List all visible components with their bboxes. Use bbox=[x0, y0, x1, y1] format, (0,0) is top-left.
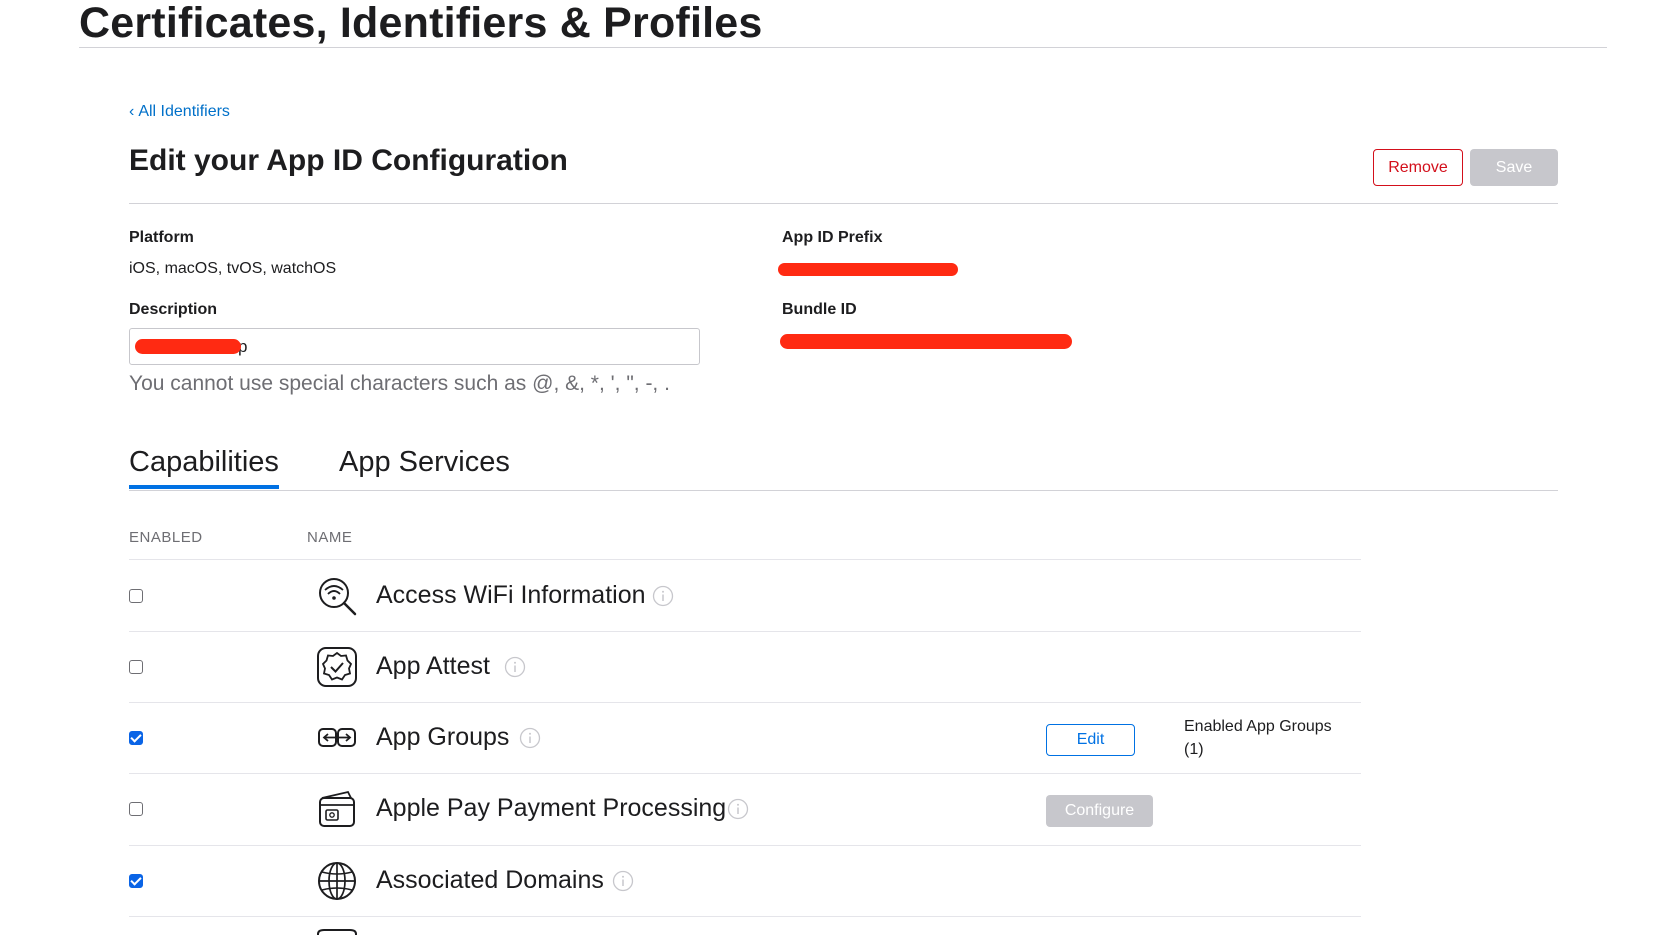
column-header-name: NAME bbox=[307, 529, 353, 546]
info-icon[interactable] bbox=[727, 798, 749, 820]
enable-checkbox-associated-domains[interactable] bbox=[129, 874, 143, 888]
enable-checkbox-app-attest[interactable] bbox=[129, 660, 143, 674]
bundle-id-label: Bundle ID bbox=[782, 301, 857, 318]
row-divider bbox=[129, 559, 1361, 560]
description-label: Description bbox=[129, 301, 218, 318]
table-row: App Attest bbox=[0, 632, 1653, 702]
capability-name: Access WiFi Information bbox=[376, 581, 646, 609]
site-divider bbox=[79, 47, 1607, 48]
page-heading: Edit your App ID Configuration bbox=[129, 144, 568, 177]
tabs-divider bbox=[129, 490, 1558, 491]
attest-badge-icon bbox=[317, 647, 357, 687]
platform-value: iOS, macOS, tvOS, watchOS bbox=[129, 260, 337, 277]
tab-capabilities[interactable]: Capabilities bbox=[129, 446, 279, 479]
description-hint: You cannot use special characters such a… bbox=[129, 372, 670, 395]
wallet-card-icon bbox=[319, 790, 355, 827]
enabled-app-groups-note: Enabled App Groups (1) bbox=[1184, 715, 1332, 761]
enable-checkbox-app-groups[interactable] bbox=[129, 731, 143, 745]
site-title: Certificates, Identifiers & Profiles bbox=[79, 0, 763, 47]
edit-app-groups-button[interactable]: Edit bbox=[1046, 724, 1135, 756]
configure-apple-pay-button[interactable]: Configure bbox=[1046, 795, 1153, 827]
capability-name: App Attest bbox=[376, 652, 490, 680]
tab-app-services[interactable]: App Services bbox=[339, 446, 510, 479]
wifi-search-icon bbox=[319, 578, 357, 616]
table-row: Apple Pay Payment Processing Configure bbox=[0, 774, 1653, 844]
bundle-id-redaction bbox=[780, 334, 1072, 349]
active-tab-indicator bbox=[129, 485, 279, 489]
app-id-prefix-redaction bbox=[778, 263, 958, 276]
table-row: Access WiFi Information bbox=[0, 561, 1653, 631]
description-redaction bbox=[135, 339, 241, 354]
info-icon[interactable] bbox=[652, 585, 674, 607]
back-link-label: All Identifiers bbox=[138, 103, 230, 120]
enabled-app-groups-label: Enabled App Groups bbox=[1184, 718, 1332, 735]
row-divider bbox=[129, 916, 1361, 917]
capability-name: App Groups bbox=[376, 723, 510, 751]
app-id-prefix-label: App ID Prefix bbox=[782, 229, 883, 246]
globe-icon bbox=[318, 862, 356, 900]
chevron-left-icon: ‹ bbox=[129, 103, 135, 120]
info-icon[interactable] bbox=[504, 656, 526, 678]
next-capability-icon bbox=[317, 929, 357, 935]
save-button[interactable]: Save bbox=[1470, 149, 1558, 186]
page: Certificates, Identifiers & Profiles ‹ Al… bbox=[0, 0, 1653, 935]
capability-name: Apple Pay Payment Processing bbox=[376, 794, 727, 822]
enabled-app-groups-count: (1) bbox=[1184, 741, 1204, 758]
capability-name: Associated Domains bbox=[376, 866, 604, 894]
table-row: App Groups Edit Enabled App Groups (1) bbox=[0, 703, 1653, 773]
info-icon[interactable] bbox=[612, 870, 634, 892]
back-to-identifiers-link[interactable]: ‹ All Identifiers bbox=[129, 103, 230, 121]
remove-button[interactable]: Remove bbox=[1373, 149, 1463, 186]
info-icon[interactable] bbox=[519, 727, 541, 749]
enable-checkbox-apple-pay[interactable] bbox=[129, 802, 143, 816]
platform-label: Platform bbox=[129, 229, 194, 246]
enable-checkbox-access-wifi[interactable] bbox=[129, 589, 143, 603]
app-groups-icon bbox=[318, 728, 356, 747]
heading-divider bbox=[129, 203, 1558, 204]
column-header-enabled: ENABLED bbox=[129, 529, 203, 546]
table-row: Associated Domains bbox=[0, 846, 1653, 916]
